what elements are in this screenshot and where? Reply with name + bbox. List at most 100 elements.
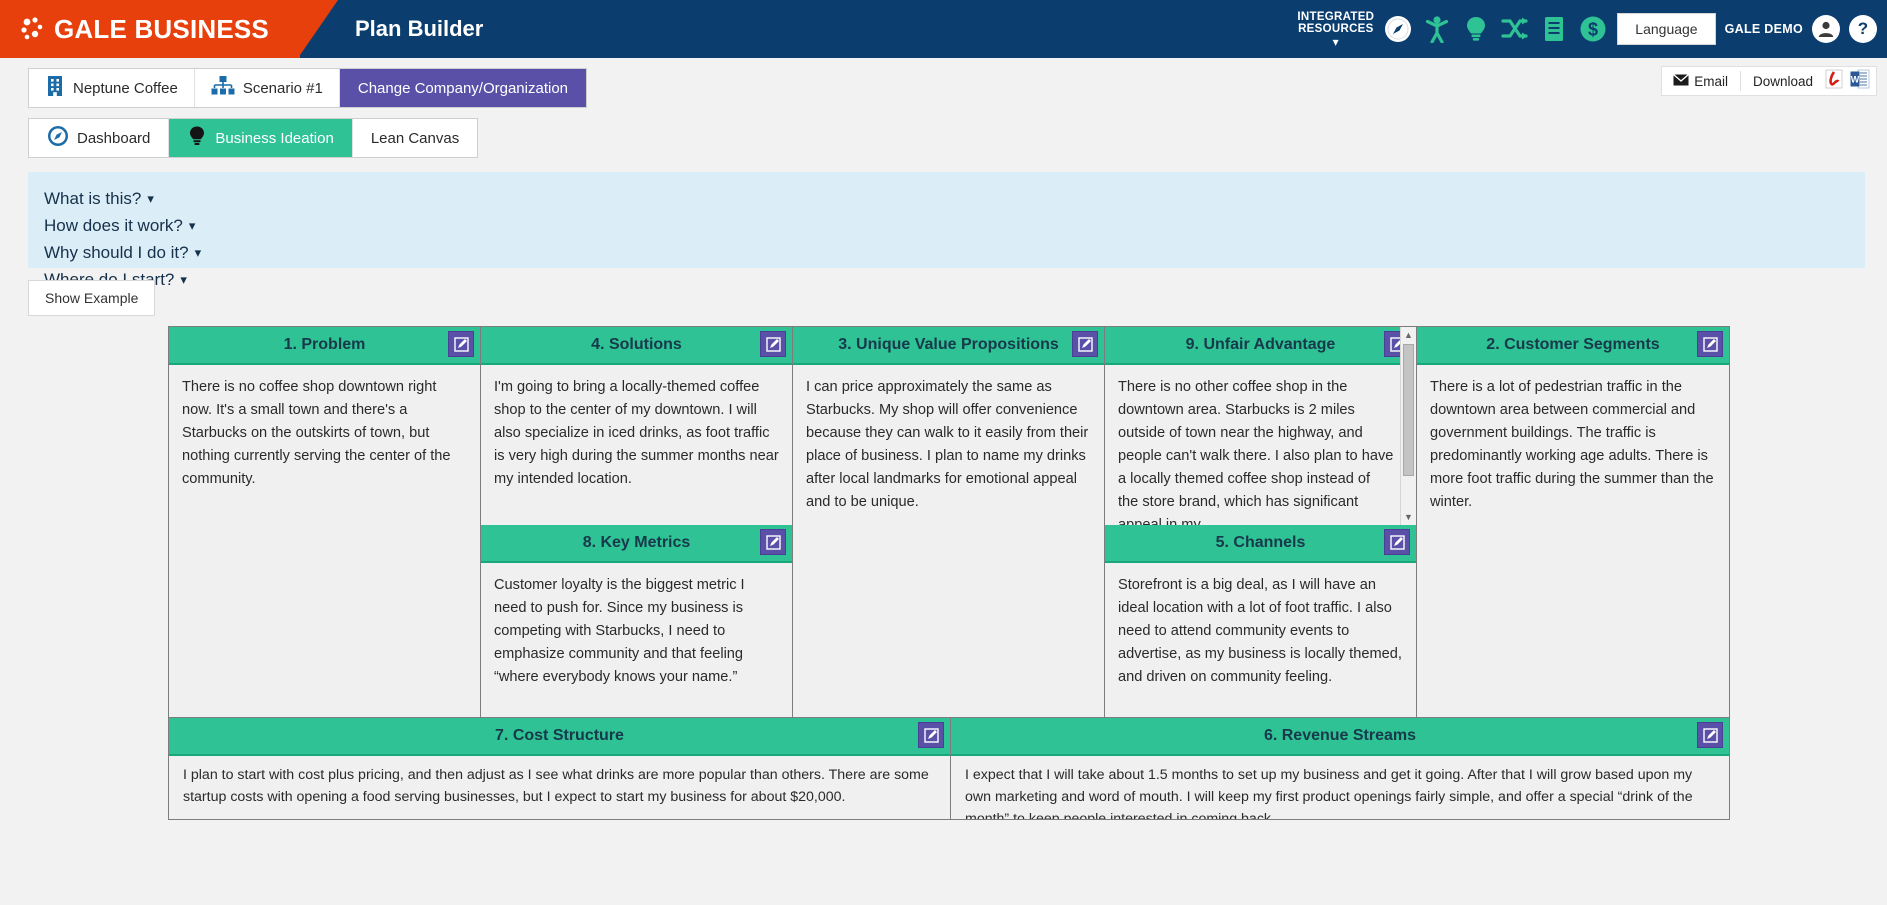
card-header: 2. Customer Segments xyxy=(1417,327,1729,365)
scrollbar-track[interactable] xyxy=(1401,343,1416,509)
dollar-icon[interactable]: $ xyxy=(1578,14,1608,44)
pdf-icon[interactable] xyxy=(1825,69,1843,94)
scenario-selector[interactable]: Scenario #1 xyxy=(194,69,340,107)
edit-pencil-icon[interactable] xyxy=(1697,722,1723,748)
chevron-down-icon: ▾ xyxy=(188,218,196,233)
tab-business-ideation-label: Business Ideation xyxy=(215,129,334,147)
card-body[interactable]: I'm going to bring a locally-themed coff… xyxy=(481,365,792,525)
scroll-down-arrow-icon[interactable]: ▼ xyxy=(1401,509,1417,525)
canvas-column: 4. Solutions I'm going to bring a locall… xyxy=(481,327,793,717)
document-icon[interactable] xyxy=(1539,14,1569,44)
card-title: 8. Key Metrics xyxy=(582,534,691,551)
word-icon[interactable]: W xyxy=(1850,69,1870,94)
card-key-metrics: 8. Key Metrics Customer loyalty is the b… xyxy=(481,525,792,717)
context-bar: Neptune Coffee Scenario #1 Change Compan… xyxy=(0,58,1887,118)
export-toolbar: Email Download W xyxy=(1661,66,1877,96)
change-company-button[interactable]: Change Company/Organization xyxy=(339,69,586,107)
card-body[interactable]: I expect that I will take about 1.5 mont… xyxy=(951,756,1729,819)
lightbulb-icon[interactable] xyxy=(1461,14,1491,44)
edit-pencil-icon[interactable] xyxy=(1072,331,1098,357)
edit-pencil-icon[interactable] xyxy=(918,722,944,748)
card-channels: 5. Channels Storefront is a big deal, as… xyxy=(1105,525,1416,717)
email-button[interactable]: Email xyxy=(1668,73,1733,89)
what-is-this-link[interactable]: What is this? ▾ xyxy=(44,185,154,212)
person-icon[interactable] xyxy=(1422,14,1452,44)
card-body[interactable]: Customer loyalty is the biggest metric I… xyxy=(481,563,792,717)
envelope-icon xyxy=(1673,73,1690,89)
download-group: Download xyxy=(1748,74,1818,89)
card-header: 9. Unfair Advantage xyxy=(1105,327,1416,365)
card-header: 3. Unique Value Propositions xyxy=(793,327,1104,365)
card-header: 5. Channels xyxy=(1105,525,1416,563)
integrated-resources-menu[interactable]: INTEGRATED RESOURCES ▾ xyxy=(1297,11,1374,48)
tab-lean-canvas-label: Lean Canvas xyxy=(370,129,460,147)
compass-icon[interactable] xyxy=(1383,14,1413,44)
card-customer-segments: 2. Customer Segments There is a lot of p… xyxy=(1417,327,1729,717)
edit-pencil-icon[interactable] xyxy=(1384,529,1410,555)
what-is-this-label: What is this? xyxy=(44,189,142,208)
edit-pencil-icon[interactable] xyxy=(448,331,474,357)
show-example-button[interactable]: Show Example xyxy=(28,280,156,316)
canvas-column: 3. Unique Value Propositions I can price… xyxy=(793,327,1105,717)
card-scrollbar[interactable]: ▲ ▼ xyxy=(1400,327,1416,525)
card-body[interactable]: There is no coffee shop downtown right n… xyxy=(169,365,480,717)
info-row: What is this? ▾ xyxy=(44,185,1849,212)
card-title: 4. Solutions xyxy=(591,336,682,353)
edit-pencil-icon[interactable] xyxy=(760,529,786,555)
lean-canvas-bottom-row: 7. Cost Structure I plan to start with c… xyxy=(169,717,1729,819)
language-button[interactable]: Language xyxy=(1617,13,1716,45)
why-should-i-do-it-label: Why should I do it? xyxy=(44,243,189,262)
card-unfair-advantage: 9. Unfair Advantage There is no other co… xyxy=(1105,327,1416,525)
avatar[interactable] xyxy=(1812,15,1840,43)
lean-canvas-top-row: 1. Problem There is no coffee shop downt… xyxy=(169,327,1729,717)
building-icon xyxy=(45,75,65,101)
brand-logo[interactable]: GALE BUSINESS xyxy=(0,0,338,58)
card-body[interactable]: There is no other coffee shop in the dow… xyxy=(1105,365,1416,525)
shuffle-icon[interactable] xyxy=(1500,14,1530,44)
card-cost-structure: 7. Cost Structure I plan to start with c… xyxy=(169,718,951,819)
lean-canvas-frame: 1. Problem There is no coffee shop downt… xyxy=(168,326,1730,820)
card-title: 6. Revenue Streams xyxy=(1263,727,1417,744)
canvas-column: 9. Unfair Advantage There is no other co… xyxy=(1105,327,1417,717)
card-header: 8. Key Metrics xyxy=(481,525,792,563)
tab-dashboard[interactable]: Dashboard xyxy=(29,119,170,157)
card-title: 1. Problem xyxy=(283,336,366,353)
card-body[interactable]: There is a lot of pedestrian traffic in … xyxy=(1417,365,1729,717)
brand-name: GALE BUSINESS xyxy=(54,13,269,44)
info-row: How does it work? ▾ xyxy=(44,212,1849,239)
tab-lean-canvas[interactable]: Lean Canvas xyxy=(353,119,477,157)
card-title: 7. Cost Structure xyxy=(495,727,624,744)
card-header: 6. Revenue Streams xyxy=(951,718,1729,756)
org-chart-icon xyxy=(211,75,235,101)
company-scenario-group: Neptune Coffee Scenario #1 Change Compan… xyxy=(28,68,587,108)
edit-pencil-icon[interactable] xyxy=(1697,331,1723,357)
scroll-up-arrow-icon[interactable]: ▲ xyxy=(1401,327,1417,343)
card-body[interactable]: Storefront is a big deal, as I will have… xyxy=(1105,563,1416,717)
card-header: 4. Solutions xyxy=(481,327,792,365)
scrollbar-thumb[interactable] xyxy=(1403,344,1414,476)
why-should-i-do-it-link[interactable]: Why should I do it? ▾ xyxy=(44,239,201,266)
chevron-down-icon: ▾ xyxy=(194,245,202,260)
info-row: Why should I do it? ▾ xyxy=(44,239,1849,266)
canvas-column: 2. Customer Segments There is a lot of p… xyxy=(1417,327,1729,717)
lean-canvas: 1. Problem There is no coffee shop downt… xyxy=(168,326,1730,820)
card-title: 5. Channels xyxy=(1215,534,1306,551)
card-body[interactable]: I can price approximately the same as St… xyxy=(793,365,1104,717)
help-icon[interactable]: ? xyxy=(1849,15,1877,43)
card-title: 9. Unfair Advantage xyxy=(1185,336,1336,353)
svg-text:W: W xyxy=(1851,74,1860,84)
how-does-it-work-link[interactable]: How does it work? ▾ xyxy=(44,212,195,239)
tab-business-ideation[interactable]: Business Ideation xyxy=(169,119,353,157)
card-revenue-streams: 6. Revenue Streams I expect that I will … xyxy=(951,718,1729,819)
chevron-down-icon: ▾ xyxy=(180,272,187,287)
canvas-column: 1. Problem There is no coffee shop downt… xyxy=(169,327,481,717)
company-selector[interactable]: Neptune Coffee xyxy=(29,69,195,107)
integrated-resources-line1: INTEGRATED xyxy=(1297,10,1375,23)
card-body[interactable]: I plan to start with cost plus pricing, … xyxy=(169,756,950,819)
card-unique-value-propositions: 3. Unique Value Propositions I can price… xyxy=(793,327,1104,717)
card-header: 1. Problem xyxy=(169,327,480,365)
card-header: 7. Cost Structure xyxy=(169,718,950,756)
app-header: GALE BUSINESS Plan Builder INTEGRATED RE… xyxy=(0,0,1887,58)
card-title: 3. Unique Value Propositions xyxy=(838,336,1059,353)
edit-pencil-icon[interactable] xyxy=(760,331,786,357)
